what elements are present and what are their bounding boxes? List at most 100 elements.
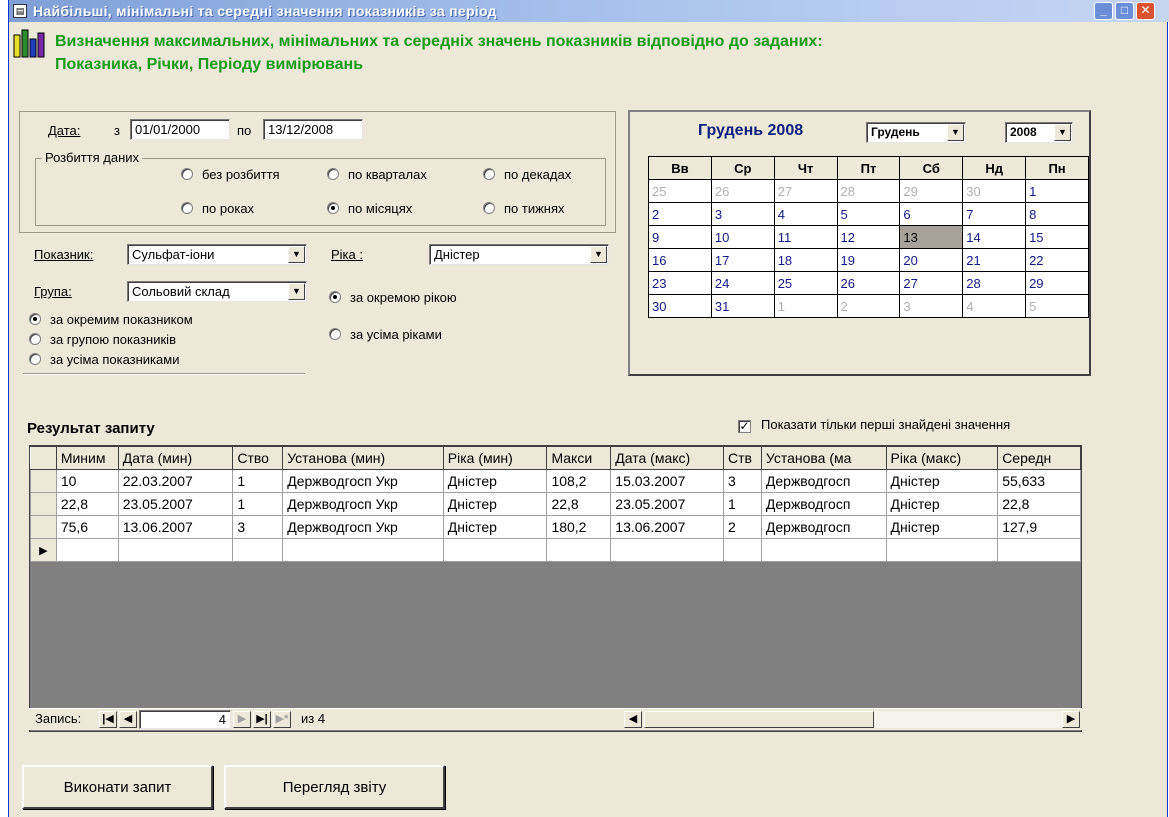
table-cell[interactable] <box>760 538 887 562</box>
current-row-indicator-icon[interactable]: ▶ <box>30 538 57 562</box>
calendar-day-outside[interactable]: 28 <box>836 179 901 203</box>
radio-indicator-group[interactable]: за групою показників <box>29 332 176 348</box>
run-query-button[interactable]: Виконати запит <box>22 765 213 809</box>
table-row[interactable]: 10 22.03.2007 1 Держводгосп Укр Дністер 108,2… <box>30 469 1081 493</box>
radio-by-decades[interactable]: по декадах <box>483 167 571 183</box>
column-header[interactable]: Ріка (макс) <box>885 446 999 470</box>
table-cell[interactable] <box>117 538 234 562</box>
view-report-button[interactable]: Перегляд звіту <box>224 765 445 809</box>
table-cell[interactable] <box>442 538 548 562</box>
radio-single-river[interactable]: за окремою рікою <box>329 290 457 306</box>
radio-no-breakdown[interactable]: без розбиття <box>181 167 280 183</box>
date-from-input[interactable]: 01/01/2000 <box>130 119 230 140</box>
group-combo[interactable]: Сольовий склад ▼ <box>127 281 307 302</box>
table-cell[interactable]: 15.03.2007 <box>610 469 724 493</box>
calendar-day[interactable]: 27 <box>899 271 964 295</box>
table-cell[interactable]: 1 <box>722 492 762 516</box>
column-header[interactable]: Дата (макс) <box>610 446 724 470</box>
first-record-icon[interactable]: |◀ <box>99 711 117 728</box>
table-cell[interactable]: Дністер <box>885 492 999 516</box>
table-cell[interactable]: Держводгосп Укр <box>282 515 444 539</box>
table-cell[interactable]: 180,2 <box>546 515 612 539</box>
calendar-day[interactable]: 29 <box>1025 271 1089 295</box>
table-cell[interactable]: 23.05.2007 <box>117 492 234 516</box>
calendar-day[interactable]: 21 <box>962 248 1027 272</box>
record-number-input[interactable]: 4 <box>139 710 231 729</box>
calendar[interactable]: Грудень 2008 Грудень ▼ 2008 ▼ Вв Ср Чт Пт Сб… <box>628 110 1091 376</box>
prev-record-icon[interactable]: ◀ <box>119 711 137 728</box>
table-row[interactable]: 22,8 23.05.2007 1 Держводгосп Укр Дністер 22,… <box>30 492 1081 516</box>
radio-by-weeks[interactable]: по тижнях <box>483 201 565 217</box>
calendar-day[interactable]: 25 <box>773 271 838 295</box>
table-row[interactable]: 75,6 13.06.2007 3 Держводгосп Укр Дністер 180… <box>30 515 1081 539</box>
calendar-day[interactable]: 8 <box>1025 202 1089 226</box>
indicator-combo[interactable]: Сульфат-іони ▼ <box>127 244 307 265</box>
table-cell[interactable]: 1 <box>232 469 284 493</box>
table-cell[interactable]: Дністер <box>442 515 548 539</box>
table-cell[interactable]: 108,2 <box>546 469 612 493</box>
calendar-day[interactable]: 16 <box>648 248 712 272</box>
table-cell[interactable]: 3 <box>232 515 284 539</box>
column-header[interactable]: Миним <box>55 446 119 470</box>
table-cell[interactable]: 55,633 <box>997 469 1081 493</box>
row-selector-header[interactable] <box>30 446 57 470</box>
calendar-day-outside[interactable]: 30 <box>962 179 1027 203</box>
calendar-day[interactable]: 24 <box>710 271 775 295</box>
results-grid[interactable]: Миним Дата (мин) Ство Установа (мин) Ріка (м… <box>29 445 1082 732</box>
calendar-day-outside[interactable]: 5 <box>1025 294 1089 318</box>
scrollbar-thumb[interactable] <box>644 711 874 728</box>
table-cell[interactable] <box>55 538 119 562</box>
calendar-day[interactable]: 10 <box>710 225 775 249</box>
river-combo[interactable]: Дністер ▼ <box>429 244 609 265</box>
radio-single-indicator[interactable]: за окремим показником <box>29 312 193 328</box>
table-cell[interactable]: Держводгосп <box>760 469 887 493</box>
column-header[interactable]: Ріка (мин) <box>442 446 548 470</box>
table-cell[interactable]: 10 <box>55 469 119 493</box>
date-to-input[interactable]: 13/12/2008 <box>263 119 363 140</box>
table-cell[interactable]: Дністер <box>885 469 999 493</box>
table-cell[interactable] <box>232 538 284 562</box>
calendar-year-combo[interactable]: 2008 ▼ <box>1005 122 1073 143</box>
minimize-button[interactable]: _ <box>1094 2 1113 20</box>
calendar-day[interactable]: 23 <box>648 271 712 295</box>
table-cell[interactable]: 13.06.2007 <box>610 515 724 539</box>
calendar-day[interactable]: 12 <box>836 225 901 249</box>
calendar-day-selected[interactable]: 13 <box>899 225 964 249</box>
table-cell[interactable]: 2 <box>722 515 762 539</box>
calendar-day[interactable]: 20 <box>899 248 964 272</box>
dropdown-arrow-icon[interactable]: ▼ <box>288 283 305 300</box>
calendar-day[interactable]: 3 <box>710 202 775 226</box>
column-header[interactable]: Ств <box>722 446 762 470</box>
dropdown-arrow-icon[interactable]: ▼ <box>590 246 607 263</box>
table-cell[interactable]: 127,9 <box>997 515 1081 539</box>
calendar-day-outside[interactable]: 3 <box>899 294 964 318</box>
table-cell[interactable]: Держводгосп Укр <box>282 469 444 493</box>
maximize-button[interactable]: □ <box>1115 2 1134 20</box>
table-cell[interactable] <box>997 538 1081 562</box>
table-cell[interactable]: 13.06.2007 <box>117 515 234 539</box>
row-selector[interactable] <box>30 515 57 539</box>
table-cell[interactable]: 22,8 <box>997 492 1081 516</box>
table-cell[interactable] <box>722 538 762 562</box>
table-cell[interactable]: 23.05.2007 <box>610 492 724 516</box>
calendar-day[interactable]: 2 <box>648 202 712 226</box>
table-cell[interactable] <box>885 538 999 562</box>
row-selector[interactable] <box>30 469 57 493</box>
calendar-day[interactable]: 9 <box>648 225 712 249</box>
calendar-day[interactable]: 11 <box>773 225 838 249</box>
calendar-day-outside[interactable]: 25 <box>648 179 712 203</box>
table-cell[interactable] <box>546 538 612 562</box>
table-cell[interactable]: 22,8 <box>546 492 612 516</box>
row-selector[interactable] <box>30 492 57 516</box>
radio-by-quarters[interactable]: по кварталах <box>327 167 427 183</box>
table-cell[interactable]: Дністер <box>885 515 999 539</box>
calendar-day[interactable]: 7 <box>962 202 1027 226</box>
calendar-day[interactable]: 19 <box>836 248 901 272</box>
dropdown-arrow-icon[interactable]: ▼ <box>1054 124 1071 141</box>
table-cell[interactable] <box>610 538 724 562</box>
calendar-day[interactable]: 14 <box>962 225 1027 249</box>
close-button[interactable]: ✕ <box>1136 2 1155 20</box>
calendar-day-outside[interactable]: 27 <box>773 179 838 203</box>
calendar-day[interactable]: 17 <box>710 248 775 272</box>
radio-all-rivers[interactable]: за усіма ріками <box>329 327 442 343</box>
